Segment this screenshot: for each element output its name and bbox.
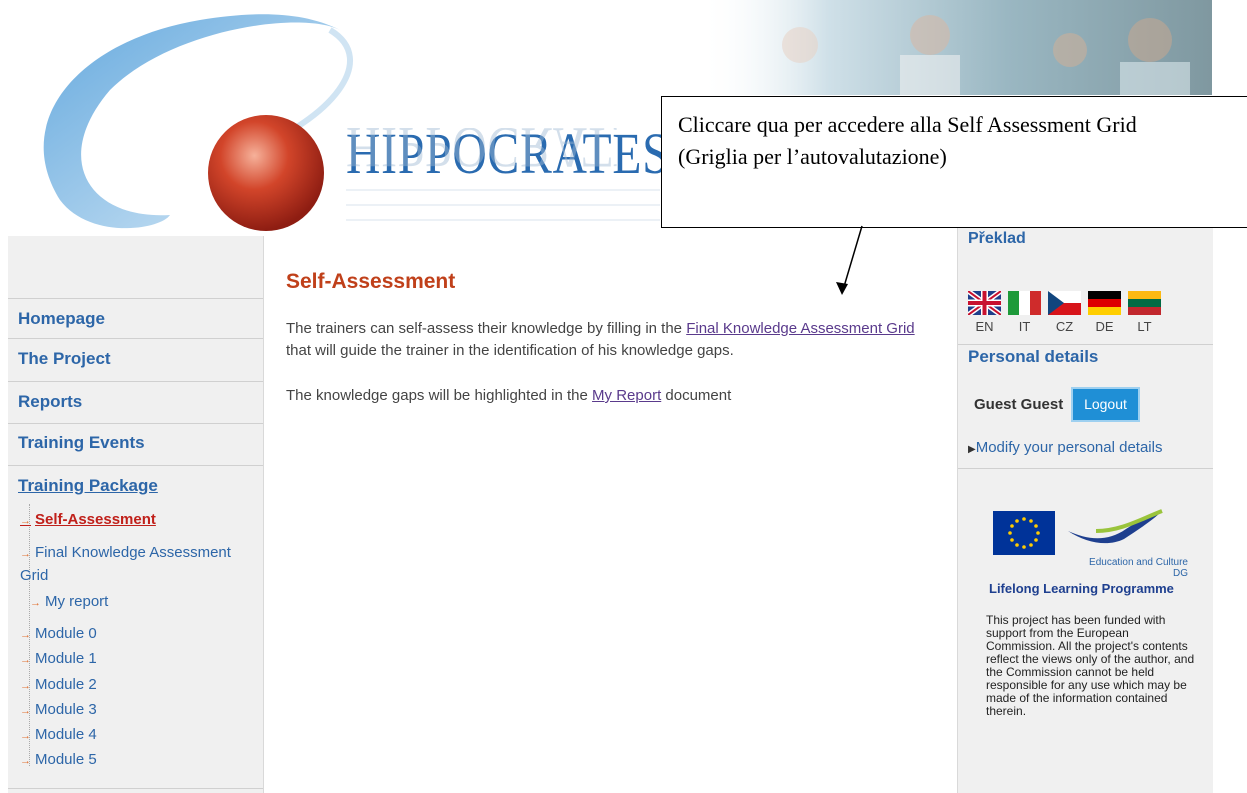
subnav-module-4[interactable]: → Module 4	[20, 726, 97, 743]
arrow-right-icon: →	[20, 548, 31, 560]
nav-divider	[8, 381, 263, 382]
caret-right-icon: ▶	[968, 444, 976, 455]
flag-germany-icon[interactable]	[1088, 291, 1121, 315]
nav-divider	[8, 338, 263, 339]
flag-lithuania-icon[interactable]	[1128, 291, 1161, 315]
arrow-right-icon: →	[20, 755, 31, 767]
nav-training-events[interactable]: Training Events	[18, 433, 258, 453]
nav-training-package[interactable]: Training Package	[18, 476, 258, 496]
logout-button[interactable]: Logout	[1071, 387, 1140, 422]
annotation-callout: Cliccare qua per accedere alla Self Asse…	[661, 96, 1247, 228]
section-divider	[958, 344, 1213, 345]
lang-code-de: DE	[1095, 319, 1114, 334]
nav-divider	[8, 298, 263, 299]
user-name: Guest Guest	[974, 396, 1064, 413]
main-content: Self-Assessment The trainers can self-as…	[264, 236, 956, 793]
translate-heading: Překlad	[968, 230, 1026, 247]
nav-the-project[interactable]: The Project	[18, 349, 258, 369]
subnav-self-assessment[interactable]: → Self-Assessment	[20, 511, 156, 528]
callout-text: Cliccare qua per accedere alla Self Asse…	[678, 112, 1137, 169]
nav-divider	[8, 423, 263, 424]
left-sidebar: Homepage The Project Reports Training Ev…	[8, 236, 264, 793]
modify-details-link[interactable]: ▶Modify your personal details	[968, 439, 1162, 456]
eu-disclaimer: This project has been funded with suppor…	[986, 613, 1195, 718]
my-report-link[interactable]: My Report	[592, 387, 661, 404]
nav-divider	[8, 788, 263, 789]
intro-paragraph: The trainers can self-assess their knowl…	[286, 320, 915, 359]
subnav-my-report[interactable]: → My report	[30, 593, 108, 610]
subnav-module-1[interactable]: → Module 1	[20, 650, 97, 667]
callout-arrow-icon	[836, 225, 863, 295]
eu-dg-label: Education and Culture DG	[1089, 557, 1188, 579]
logo-reflection: HIPPOCRATES	[346, 128, 617, 176]
nav-homepage[interactable]: Homepage	[18, 309, 258, 329]
section-divider	[958, 468, 1213, 469]
right-sidebar: Překlad EN IT CZ DE LT Personal details …	[957, 215, 1213, 793]
arrow-right-icon: →	[20, 654, 31, 666]
arrow-right-icon: →	[20, 730, 31, 742]
nav-divider	[8, 465, 263, 466]
flag-czech-icon[interactable]	[1048, 291, 1081, 315]
llp-label: Lifelong Learning Programme	[989, 581, 1174, 596]
subnav-module-0[interactable]: → Module 0	[20, 625, 97, 642]
nav-reports[interactable]: Reports	[18, 392, 258, 412]
page-title: Self-Assessment	[286, 270, 456, 293]
lang-code-lt: LT	[1137, 319, 1152, 334]
subnav-final-knowledge-grid[interactable]: → Final Knowledge Assessment Grid	[20, 542, 255, 586]
eu-flag-icon	[993, 511, 1055, 555]
final-knowledge-grid-link[interactable]: Final Knowledge Assessment Grid	[686, 320, 914, 337]
arrow-right-icon: →	[20, 680, 31, 692]
subnav-module-2[interactable]: → Module 2	[20, 676, 97, 693]
arrow-right-icon: →	[20, 705, 31, 717]
subnav-module-3[interactable]: → Module 3	[20, 701, 97, 718]
report-paragraph: The knowledge gaps will be highlighted i…	[286, 387, 732, 404]
flag-italy-icon[interactable]	[1008, 291, 1041, 315]
subnav-module-5[interactable]: → Module 5	[20, 751, 97, 768]
lang-code-it: IT	[1018, 319, 1031, 334]
llp-swoosh-icon	[1068, 509, 1163, 544]
flag-uk-icon[interactable]	[968, 291, 1001, 315]
lang-code-cz: CZ	[1055, 319, 1074, 334]
arrow-right-icon: →	[20, 515, 31, 527]
lang-code-en: EN	[975, 319, 994, 334]
personal-details-heading: Personal details	[968, 347, 1099, 366]
arrow-right-icon: →	[30, 597, 41, 609]
arrow-right-icon: →	[20, 629, 31, 641]
